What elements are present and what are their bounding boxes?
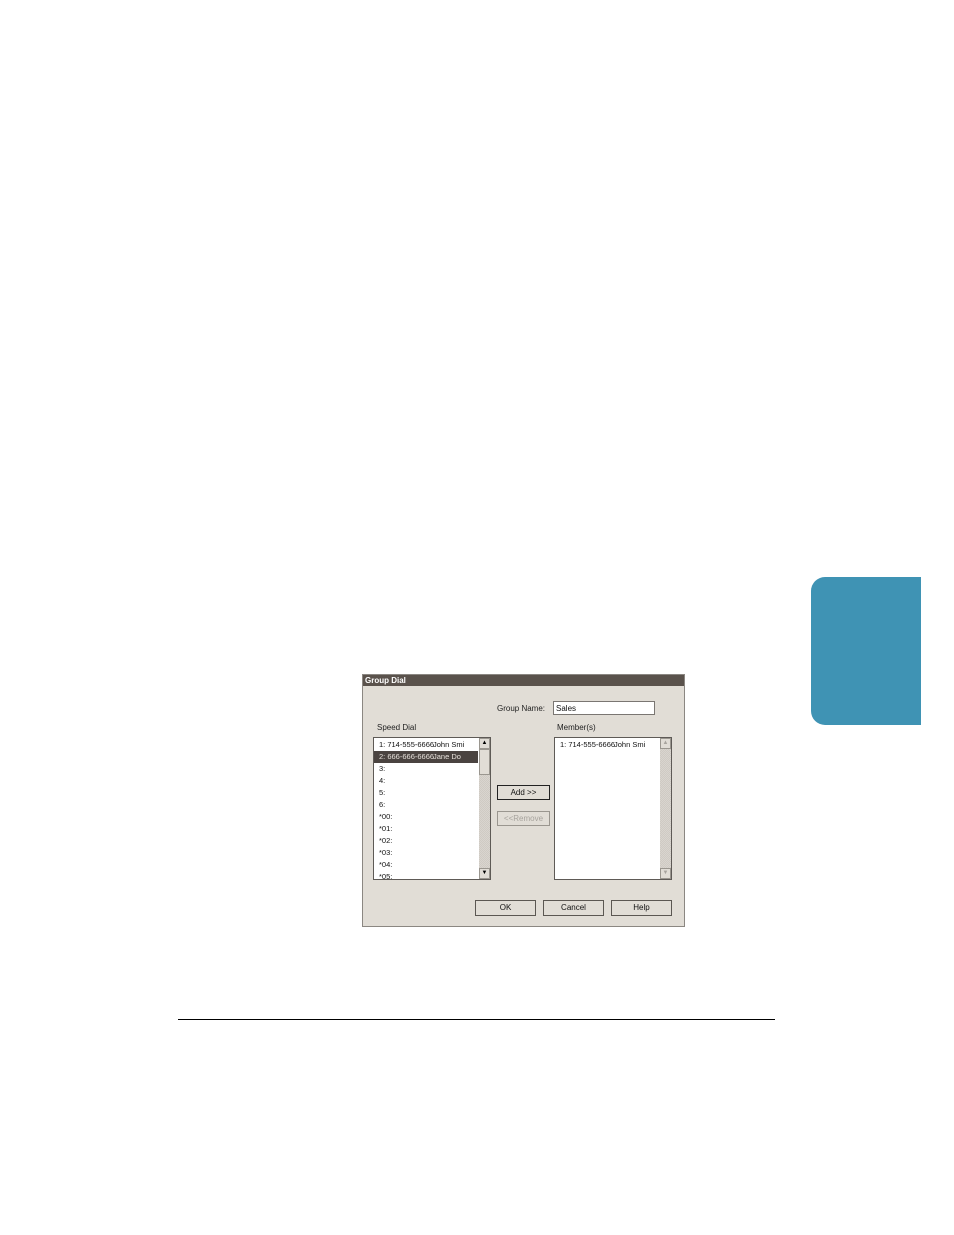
speed-dial-scrollbar[interactable]: ▲ ▼ [479, 738, 490, 879]
scroll-up-arrow-icon[interactable]: ▲ [660, 738, 671, 749]
list-item[interactable]: 1: 714-555-6666 John Smi [555, 739, 659, 751]
group-name-input[interactable]: Sales [553, 701, 655, 715]
members-scrollbar[interactable]: ▲ ▼ [660, 738, 671, 879]
list-item[interactable]: *04: [374, 859, 478, 871]
scroll-down-arrow-icon[interactable]: ▼ [479, 868, 490, 879]
members-label: Member(s) [557, 723, 596, 732]
section-tab [811, 577, 921, 725]
dialog-title: Group Dial [363, 675, 684, 686]
remove-button[interactable]: <<Remove [497, 811, 550, 826]
scroll-down-arrow-icon[interactable]: ▼ [660, 868, 671, 879]
group-dial-dialog: Group Dial Group Name: Sales Speed Dial … [362, 674, 685, 927]
list-item[interactable]: 1: 714-555-6666 John Smi [374, 739, 478, 751]
speed-dial-list[interactable]: 1: 714-555-6666 John Smi 2: 666-666-6666… [373, 737, 491, 880]
scroll-up-arrow-icon[interactable]: ▲ [479, 738, 490, 749]
add-button[interactable]: Add >> [497, 785, 550, 800]
list-item[interactable]: 5: [374, 787, 478, 799]
list-item-selected[interactable]: 2: 666-666-6666 Jane Do [374, 751, 478, 763]
members-list[interactable]: 1: 714-555-6666 John Smi ▲ ▼ [554, 737, 672, 880]
list-item[interactable]: 6: [374, 799, 478, 811]
help-button[interactable]: Help [611, 900, 672, 916]
list-item[interactable]: 4: [374, 775, 478, 787]
group-name-label: Group Name: [497, 704, 546, 713]
list-item[interactable]: 3: [374, 763, 478, 775]
speed-dial-label: Speed Dial [377, 723, 417, 732]
cancel-button[interactable]: Cancel [543, 900, 604, 916]
scroll-thumb[interactable] [479, 749, 490, 775]
footer-rule [178, 1019, 775, 1020]
list-item[interactable]: *03: [374, 847, 478, 859]
list-item[interactable]: *00: [374, 811, 478, 823]
list-item[interactable]: *02: [374, 835, 478, 847]
list-item[interactable]: *01: [374, 823, 478, 835]
list-item[interactable]: *05: [374, 871, 478, 879]
ok-button[interactable]: OK [475, 900, 536, 916]
